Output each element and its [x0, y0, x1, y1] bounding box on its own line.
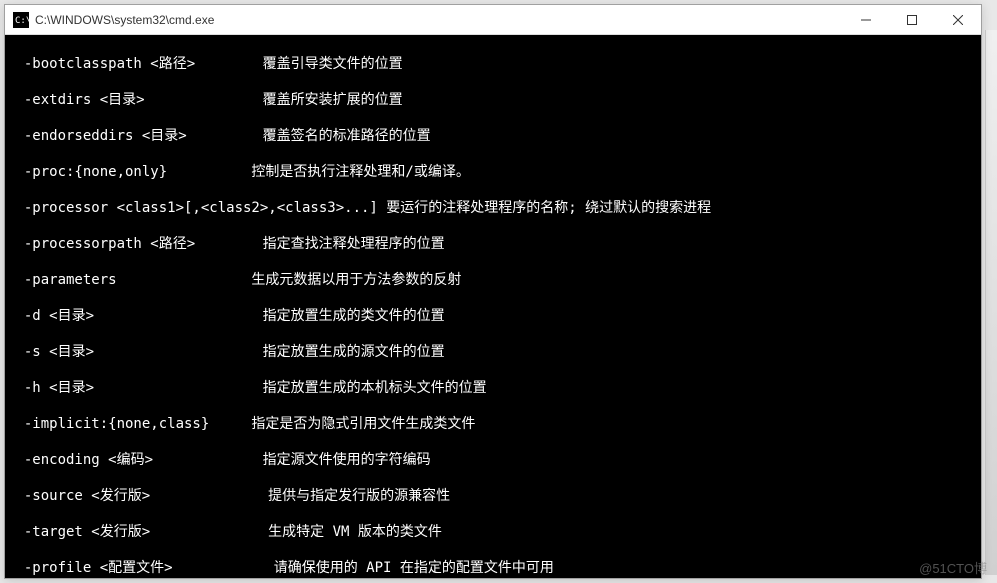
maximize-button[interactable] — [889, 5, 935, 35]
output-line: -d <目录> 指定放置生成的类文件的位置 — [7, 307, 979, 325]
output-line: -source <发行版> 提供与指定发行版的源兼容性 — [7, 487, 979, 505]
titlebar[interactable]: C:\ C:\WINDOWS\system32\cmd.exe — [5, 5, 981, 35]
minimize-button[interactable] — [843, 5, 889, 35]
output-line: -processor <class1>[,<class2>,<class3>..… — [7, 199, 979, 217]
watermark: @51CTO博 — [919, 558, 987, 577]
cmd-window: C:\ C:\WINDOWS\system32\cmd.exe -bootcla… — [4, 4, 982, 579]
output-line: -bootclasspath <路径> 覆盖引导类文件的位置 — [7, 55, 979, 73]
output-line: -profile <配置文件> 请确保使用的 API 在指定的配置文件中可用 — [7, 559, 979, 577]
svg-text:C:\: C:\ — [15, 16, 29, 26]
output-line: -s <目录> 指定放置生成的源文件的位置 — [7, 343, 979, 361]
output-line: -implicit:{none,class} 指定是否为隐式引用文件生成类文件 — [7, 415, 979, 433]
output-line: -target <发行版> 生成特定 VM 版本的类文件 — [7, 523, 979, 541]
output-line: -h <目录> 指定放置生成的本机标头文件的位置 — [7, 379, 979, 397]
close-button[interactable] — [935, 5, 981, 35]
output-line: -parameters 生成元数据以用于方法参数的反射 — [7, 271, 979, 289]
background-scrollbar — [985, 30, 997, 575]
output-line: -endorseddirs <目录> 覆盖签名的标准路径的位置 — [7, 127, 979, 145]
output-line: -processorpath <路径> 指定查找注释处理程序的位置 — [7, 235, 979, 253]
output-line: -extdirs <目录> 覆盖所安装扩展的位置 — [7, 91, 979, 109]
terminal-content[interactable]: -bootclasspath <路径> 覆盖引导类文件的位置 -extdirs … — [5, 35, 981, 578]
cmd-icon: C:\ — [13, 12, 29, 28]
window-controls — [843, 5, 981, 35]
output-line: -proc:{none,only} 控制是否执行注释处理和/或编译。 — [7, 163, 979, 181]
window-title: C:\WINDOWS\system32\cmd.exe — [35, 13, 843, 27]
output-line: -encoding <编码> 指定源文件使用的字符编码 — [7, 451, 979, 469]
